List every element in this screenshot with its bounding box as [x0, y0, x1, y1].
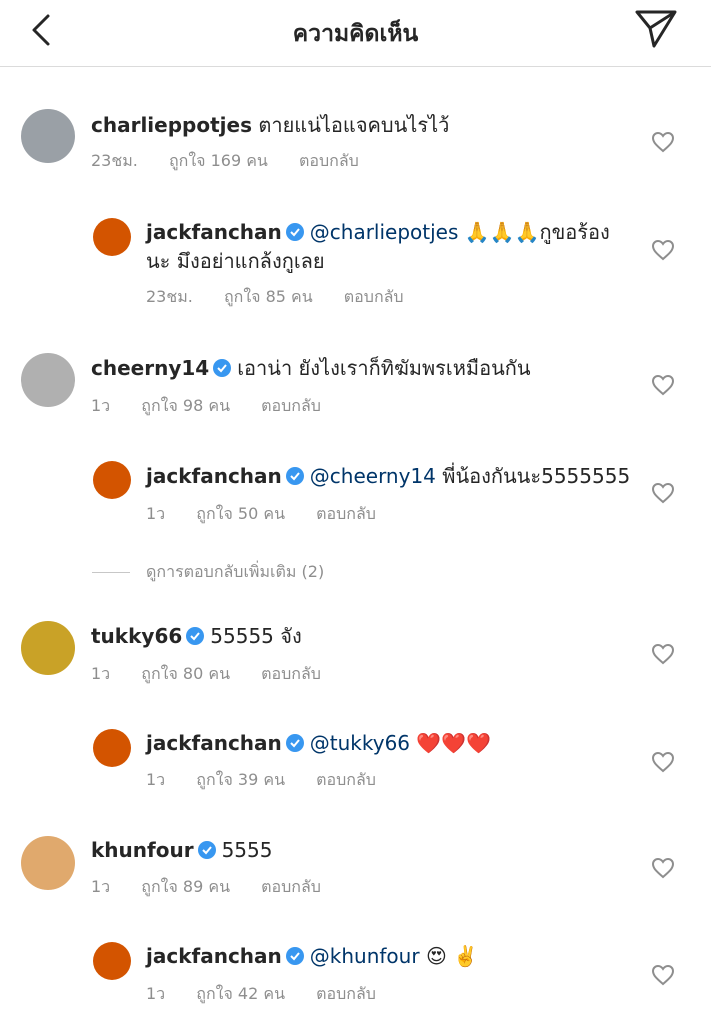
- reply-button[interactable]: ตอบกลับ: [299, 151, 359, 170]
- avatar[interactable]: [21, 836, 75, 890]
- comment-time: 1ว: [91, 664, 111, 683]
- reply-button[interactable]: ตอบกลับ: [316, 504, 376, 523]
- comment-username[interactable]: jackfanchan: [146, 220, 282, 244]
- reply-button[interactable]: ตอบกลับ: [316, 770, 376, 789]
- reply-button[interactable]: ตอบกลับ: [344, 287, 404, 306]
- verified-badge-icon: [197, 841, 216, 859]
- comment-emoji: ❤️❤️❤️: [416, 731, 492, 755]
- mention-link[interactable]: @khunfour: [310, 944, 420, 968]
- comment-likes[interactable]: ถูกใจ 50 คน: [196, 504, 285, 523]
- comment-emoji: 🙏🙏🙏: [464, 220, 540, 244]
- avatar[interactable]: [21, 353, 75, 407]
- comment-likes[interactable]: ถูกใจ 98 คน: [141, 396, 230, 415]
- comment-time: 23ชม.: [91, 151, 138, 170]
- comment-time: 1ว: [146, 504, 166, 523]
- comment-text: เอาน่า ยังไงเราก็ทิฆัมพรเหมือนกัน: [237, 356, 531, 380]
- verified-badge-icon: [285, 223, 304, 241]
- comment-text: กูขอร้อง: [539, 220, 610, 244]
- comment-username[interactable]: khunfour: [91, 838, 194, 862]
- reply-button[interactable]: ตอบกลับ: [261, 877, 321, 896]
- heart-icon[interactable]: [651, 964, 675, 986]
- header-bar: ความคิดเห็น: [0, 0, 711, 67]
- divider-line: [92, 572, 130, 573]
- comment-time: 1ว: [91, 396, 111, 415]
- comment-likes[interactable]: ถูกใจ 80 คน: [141, 664, 230, 683]
- comment-username[interactable]: jackfanchan: [146, 464, 282, 488]
- comment-username[interactable]: cheerny14: [91, 356, 209, 380]
- comment-likes[interactable]: ถูกใจ 42 คน: [196, 984, 285, 1003]
- avatar[interactable]: [93, 461, 131, 499]
- heart-icon[interactable]: [651, 131, 675, 153]
- verified-badge-icon: [186, 627, 205, 645]
- reply-button[interactable]: ตอบกลับ: [261, 396, 321, 415]
- avatar[interactable]: [93, 218, 131, 256]
- mention-link[interactable]: @charliepotjes: [310, 220, 459, 244]
- verified-badge-icon: [213, 359, 232, 377]
- comment-likes[interactable]: ถูกใจ 39 คน: [196, 770, 285, 789]
- heart-icon[interactable]: [651, 751, 675, 773]
- comment-text: พี่น้องกันนะ5555555: [442, 464, 631, 488]
- mention-link[interactable]: @cheerny14: [310, 464, 436, 488]
- comment-text: ตายแน่ไอแจคบนไรไว้: [258, 113, 450, 137]
- comment-likes[interactable]: ถูกใจ 89 คน: [141, 877, 230, 896]
- view-more-label[interactable]: ดูการตอบกลับเพิ่มเติม (2): [146, 562, 324, 581]
- heart-icon[interactable]: [651, 239, 675, 261]
- comment-likes[interactable]: ถูกใจ 169 คน: [169, 151, 268, 170]
- heart-icon[interactable]: [651, 482, 675, 504]
- comment-text: 5555: [221, 838, 273, 862]
- reply-button[interactable]: ตอบกลับ: [316, 984, 376, 1003]
- comment-time: 1ว: [91, 877, 111, 896]
- mention-link[interactable]: @tukky66: [310, 731, 410, 755]
- avatar[interactable]: [93, 942, 131, 980]
- heart-icon[interactable]: [651, 374, 675, 396]
- comment-time: 23ชม.: [146, 287, 193, 306]
- verified-badge-icon: [285, 467, 304, 485]
- comment-username[interactable]: charlieppotjes: [91, 113, 252, 137]
- heart-icon[interactable]: [651, 643, 675, 665]
- page-title: ความคิดเห็น: [292, 21, 419, 47]
- avatar[interactable]: [21, 109, 75, 163]
- comment-likes[interactable]: ถูกใจ 85 คน: [224, 287, 313, 306]
- comment-username[interactable]: jackfanchan: [146, 731, 282, 755]
- comment-emoji: 😍 ✌️: [425, 944, 479, 968]
- view-more-replies[interactable]: ดูการตอบกลับเพิ่มเติม (2): [92, 560, 324, 585]
- avatar[interactable]: [21, 621, 75, 675]
- comment-text: 55555 จัง: [210, 624, 302, 648]
- comment-text-continued: นะ มึงอย่าแกล้งกูเลย: [146, 249, 325, 273]
- comment-username[interactable]: tukky66: [91, 624, 182, 648]
- send-direct-icon[interactable]: [634, 8, 678, 50]
- heart-icon[interactable]: [651, 857, 675, 879]
- reply-button[interactable]: ตอบกลับ: [261, 664, 321, 683]
- comment-time: 1ว: [146, 984, 166, 1003]
- avatar[interactable]: [93, 729, 131, 767]
- verified-badge-icon: [285, 947, 304, 965]
- comment-time: 1ว: [146, 770, 166, 789]
- verified-badge-icon: [285, 734, 304, 752]
- comment-username[interactable]: jackfanchan: [146, 944, 282, 968]
